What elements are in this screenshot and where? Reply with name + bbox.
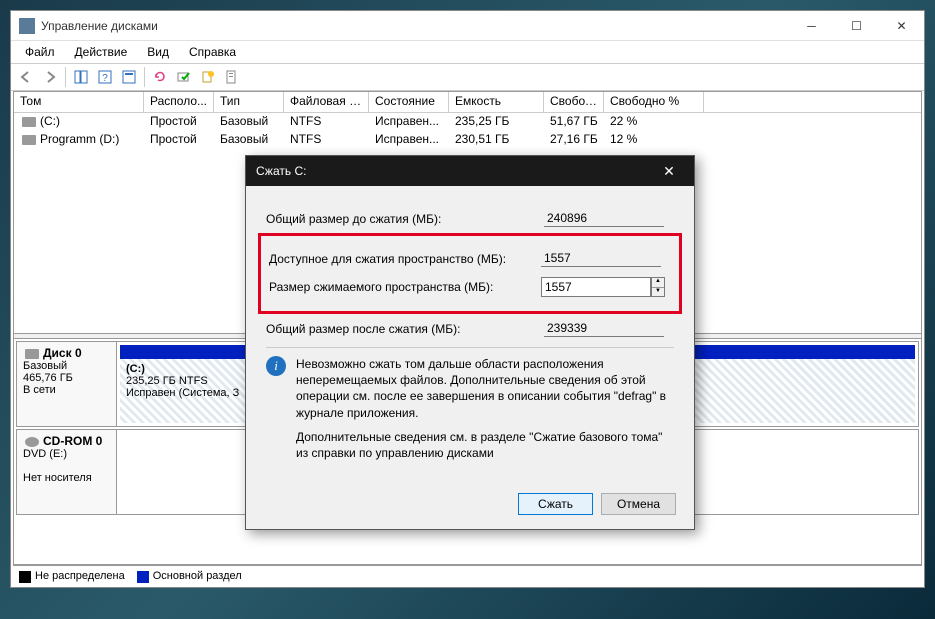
available-label: Доступное для сжатия пространство (МБ): xyxy=(269,252,541,266)
new-icon[interactable] xyxy=(197,66,219,88)
col-volume[interactable]: Том xyxy=(14,92,144,112)
total-after-label: Общий размер после сжатия (МБ): xyxy=(266,322,544,336)
info-icon: i xyxy=(266,356,286,376)
table-row[interactable]: Programm (D:) Простой Базовый NTFS Испра… xyxy=(14,131,921,149)
toolbar: ? xyxy=(11,63,924,91)
cancel-button[interactable]: Отмена xyxy=(601,493,676,515)
dialog-close-button[interactable]: ✕ xyxy=(654,156,684,186)
refresh-icon[interactable] xyxy=(149,66,171,88)
info-text-2: Дополнительные сведения см. в разделе "С… xyxy=(296,429,674,461)
svg-text:?: ? xyxy=(102,73,108,84)
cdrom-icon xyxy=(25,437,39,447)
shrink-dialog: Сжать C: ✕ Общий размер до сжатия (МБ): … xyxy=(245,155,695,530)
window-title: Управление дисками xyxy=(41,19,789,33)
shrink-amount-input[interactable] xyxy=(541,277,651,297)
col-type[interactable]: Тип xyxy=(214,92,284,112)
titlebar[interactable]: Управление дисками ─ ☐ ✕ xyxy=(11,11,924,41)
total-before-label: Общий размер до сжатия (МБ): xyxy=(266,212,544,226)
volume-icon xyxy=(22,135,36,145)
total-after-field xyxy=(544,320,664,337)
shrink-button[interactable]: Сжать xyxy=(518,493,593,515)
legend: Не распределена Основной раздел xyxy=(13,565,922,587)
menu-file[interactable]: Файл xyxy=(17,43,63,61)
forward-icon[interactable] xyxy=(39,66,61,88)
dialog-titlebar[interactable]: Сжать C: ✕ xyxy=(246,156,694,186)
col-status[interactable]: Состояние xyxy=(369,92,449,112)
close-button[interactable]: ✕ xyxy=(879,11,924,40)
menu-view[interactable]: Вид xyxy=(139,43,177,61)
toolbar-view-icon[interactable] xyxy=(70,66,92,88)
total-before-field xyxy=(544,210,664,227)
settings-icon[interactable] xyxy=(118,66,140,88)
minimize-button[interactable]: ─ xyxy=(789,11,834,40)
maximize-button[interactable]: ☐ xyxy=(834,11,879,40)
menu-help[interactable]: Справка xyxy=(181,43,244,61)
apply-icon[interactable] xyxy=(173,66,195,88)
menubar: Файл Действие Вид Справка xyxy=(11,41,924,63)
col-layout[interactable]: Располо... xyxy=(144,92,214,112)
volume-icon xyxy=(22,117,36,127)
menu-action[interactable]: Действие xyxy=(67,43,136,61)
col-free[interactable]: Свобод... xyxy=(544,92,604,112)
spinner-buttons[interactable]: ▲▼ xyxy=(651,277,665,297)
help-icon[interactable]: ? xyxy=(94,66,116,88)
app-icon xyxy=(19,18,35,34)
disk-icon xyxy=(25,349,39,359)
col-capacity[interactable]: Емкость xyxy=(449,92,544,112)
info-text-1: Невозможно сжать том дальше области расп… xyxy=(296,356,674,421)
back-icon[interactable] xyxy=(15,66,37,88)
dialog-title: Сжать C: xyxy=(256,164,654,178)
col-pct[interactable]: Свободно % xyxy=(604,92,704,112)
shrink-amount-label: Размер сжимаемого пространства (МБ): xyxy=(269,280,541,294)
col-fs[interactable]: Файловая с... xyxy=(284,92,369,112)
available-field xyxy=(541,250,661,267)
properties-icon[interactable] xyxy=(221,66,243,88)
table-row[interactable]: (C:) Простой Базовый NTFS Исправен... 23… xyxy=(14,113,921,131)
